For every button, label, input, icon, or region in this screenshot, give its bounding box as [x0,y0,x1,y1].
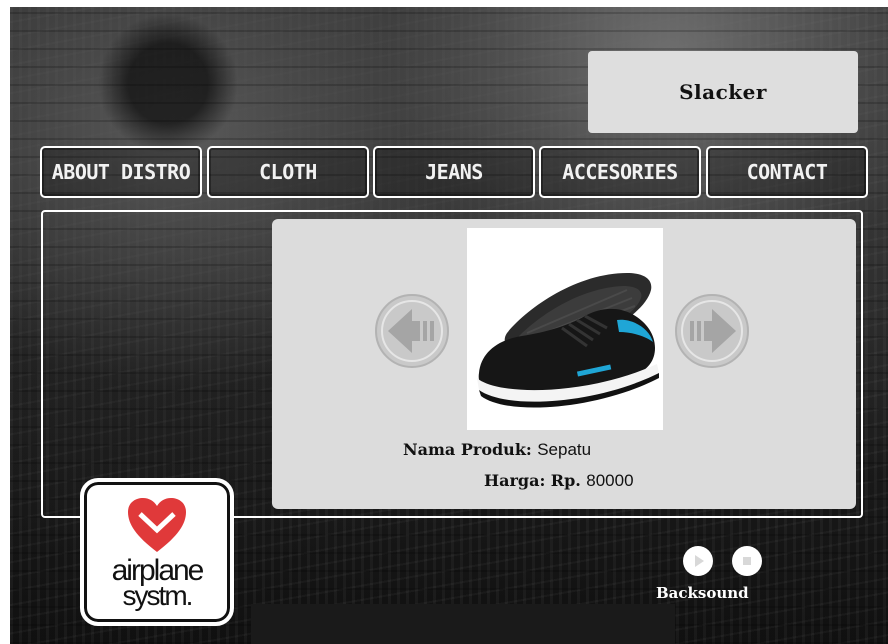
product-name-value: Sepatu [537,440,592,459]
heart-chevron-icon [128,498,186,552]
play-icon[interactable] [683,546,713,576]
product-price-row: Harga: Rp. 80000 [484,471,634,491]
backsound-player: Backsound [656,546,786,606]
arrow-right-icon[interactable] [674,293,750,369]
nav-jeans[interactable]: JEANS [373,146,535,198]
airplane-systm-logo: airplane systm. [80,478,234,626]
product-price-value: 80000 [586,471,634,490]
stop-icon[interactable] [732,546,762,576]
brand-title: Slacker [679,80,767,104]
product-price-currency: Rp. [550,471,581,490]
sneaker-image [467,228,663,430]
arrow-left-icon[interactable] [374,293,450,369]
logo-text-line2: systm. [122,580,194,611]
nav-about-distro[interactable]: ABOUT DISTRO [40,146,202,198]
product-name-label: Nama Produk: [403,440,532,459]
product-price-label: Harga: [484,471,546,490]
nav-accesories[interactable]: ACCESORIES [539,146,701,198]
backsound-label: Backsound [656,584,749,602]
brand-title-box: Slacker [588,51,858,133]
nav-cloth[interactable]: CLOTH [207,146,369,198]
footer-bar [251,604,675,644]
nav-contact[interactable]: CONTACT [706,146,868,198]
product-name-row: Nama Produk: Sepatu [403,440,591,460]
